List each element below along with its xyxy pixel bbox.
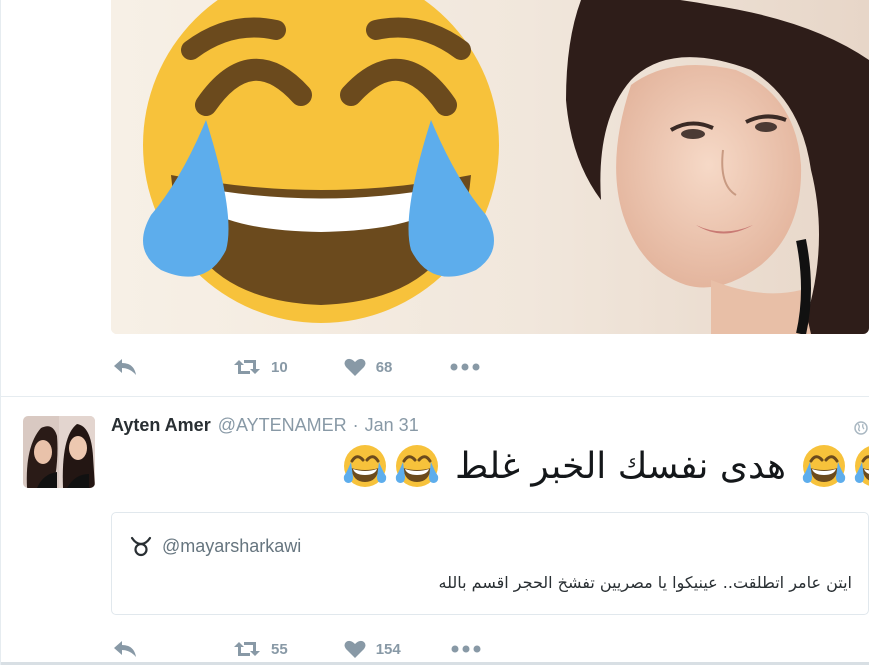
quoted-tweet[interactable]: @mayarsharkawi ايتن عامر اتطلقت.. عينيكو… — [111, 512, 869, 615]
emoji-group-left — [341, 442, 441, 490]
tweet-media-image[interactable] — [111, 0, 869, 334]
retweet-count: 55 — [271, 640, 288, 658]
heart-icon — [344, 640, 366, 658]
tweet-header: Ayten Amer @AYTENAMER · Jan 31 — [111, 415, 419, 439]
reply-icon — [114, 641, 136, 657]
retweet-count: 10 — [271, 358, 288, 376]
author-fullname[interactable]: Ayten Amer — [111, 415, 211, 436]
retweet-icon — [234, 360, 260, 374]
more-button[interactable] — [450, 362, 480, 372]
avatar[interactable] — [23, 416, 95, 488]
tweet-timestamp[interactable]: Jan 31 — [365, 415, 419, 436]
like-count: 68 — [375, 358, 393, 376]
tweet-actions: 10 68 — [113, 352, 480, 382]
joy-emoji-icon — [802, 445, 846, 487]
joy-emoji-icon — [343, 445, 387, 487]
reply-button[interactable] — [113, 358, 137, 376]
more-button[interactable] — [451, 644, 481, 654]
tweet-divider — [1, 396, 869, 397]
reply-icon — [114, 359, 136, 375]
author-username[interactable]: @AYTENAMER — [218, 415, 347, 436]
retweet-button[interactable]: 55 — [233, 640, 288, 658]
quoted-username[interactable]: @mayarsharkawi — [162, 536, 301, 557]
more-icon — [451, 645, 481, 653]
like-button[interactable]: 68 — [344, 357, 393, 377]
quoted-tweet-header: @mayarsharkawi — [130, 535, 301, 557]
emoji-group-right — [800, 442, 869, 490]
header-separator: · — [352, 415, 359, 435]
retweet-button[interactable]: 10 — [233, 358, 288, 376]
media-illustration — [111, 0, 869, 334]
retweet-icon — [234, 642, 260, 656]
tweet-text: هدى نفسك الخبر غلط — [341, 440, 869, 492]
globe-icon[interactable] — [854, 421, 868, 435]
quoted-tweet-text: ايتن عامر اتطلقت.. عينيكوا يا مصريين تفش… — [438, 573, 852, 592]
more-icon — [450, 363, 480, 371]
timeline: 10 68 Ayten Amer @AYTENAMER · Jan 31 هدى… — [0, 0, 869, 665]
tweet-actions: 55 154 — [113, 634, 481, 664]
tweet-body-text: هدى نفسك الخبر غلط — [455, 445, 786, 487]
reply-button[interactable] — [113, 640, 137, 658]
like-count: 154 — [375, 640, 401, 658]
taurus-symbol-icon — [130, 536, 152, 557]
heart-icon — [344, 358, 366, 376]
avatar-photo — [23, 416, 95, 488]
joy-emoji-icon — [854, 446, 869, 486]
joy-emoji-icon — [395, 445, 439, 487]
like-button[interactable]: 154 — [344, 639, 401, 659]
